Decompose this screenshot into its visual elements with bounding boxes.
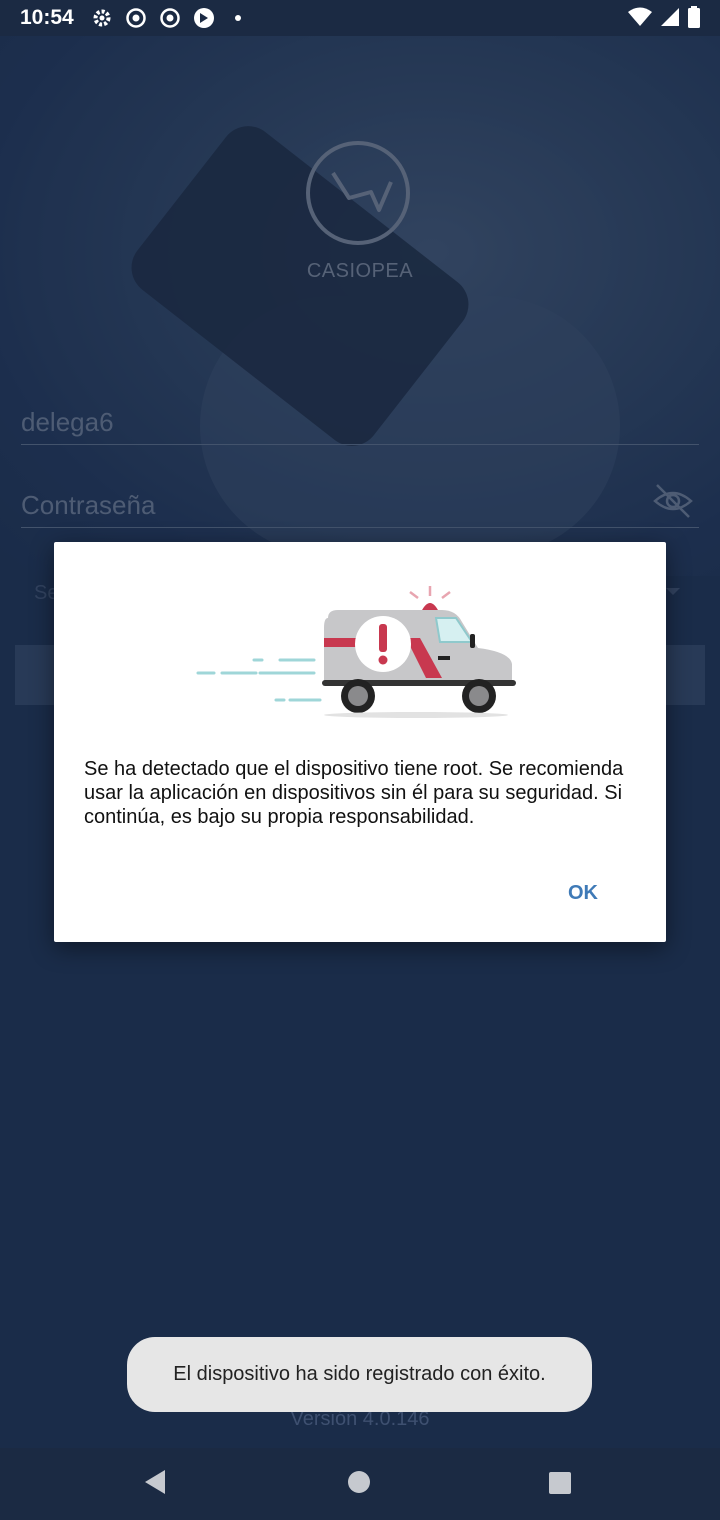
back-icon[interactable]: [145, 1470, 165, 1494]
chrome-icon: [124, 6, 148, 30]
battery-icon: [688, 6, 700, 33]
recents-icon[interactable]: [549, 1472, 571, 1494]
root-warning-dialog: Se ha detectado que el dispositivo tiene…: [54, 542, 666, 942]
dot-icon: [226, 6, 250, 30]
status-bar: 10:54: [0, 0, 720, 36]
dialog-message: Se ha detectado que el dispositivo tiene…: [84, 758, 624, 828]
system-icons: [628, 6, 700, 33]
sync-icon: [192, 6, 216, 30]
wifi-icon: [628, 7, 652, 32]
chrome-icon: [158, 6, 182, 30]
gear-icon: [90, 6, 114, 30]
notification-icons: [90, 6, 250, 30]
home-icon[interactable]: [348, 1471, 370, 1493]
toast-text: El dispositivo ha sido registrado con éx…: [173, 1363, 546, 1385]
status-time: 10:54: [20, 6, 74, 29]
navigation-bar: [0, 1448, 720, 1520]
ambulance-warning-icon: [196, 586, 516, 718]
toast-message: El dispositivo ha sido registrado con éx…: [127, 1337, 592, 1412]
signal-icon: [660, 7, 680, 32]
ok-button[interactable]: OK: [568, 882, 598, 905]
